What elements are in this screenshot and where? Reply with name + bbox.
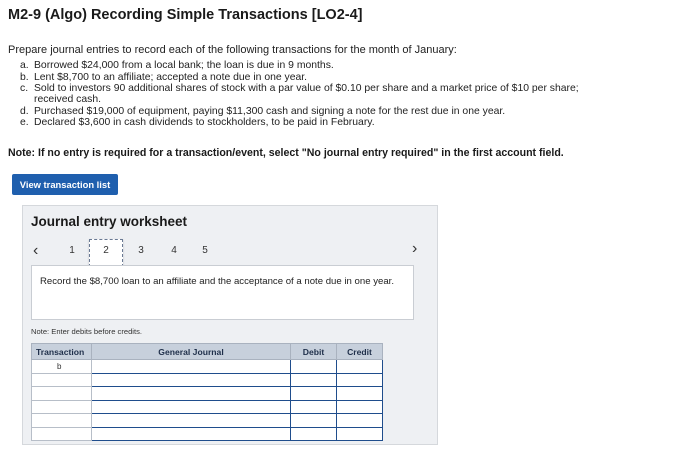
transaction-header: Transaction <box>31 343 92 360</box>
account-field[interactable] <box>91 359 291 374</box>
page-5[interactable]: 5 <box>198 245 212 256</box>
debit-credit-note: Note: Enter debits before credits. <box>31 327 143 336</box>
debit-field[interactable] <box>290 426 337 441</box>
record-instruction: Record the $8,700 loan to an affiliate a… <box>40 276 394 287</box>
table-row <box>31 372 383 387</box>
worksheet-pager: ‹ 1 2 3 4 5 <box>23 239 439 267</box>
journal-entry-worksheet: Journal entry worksheet ‹ 1 2 3 4 5 Reco… <box>22 205 438 445</box>
transaction-list: a. Borrowed $24,000 from a local bank; th… <box>20 60 610 129</box>
credit-field[interactable] <box>336 399 383 414</box>
chevron-left-icon[interactable]: ‹ <box>33 243 38 259</box>
account-field[interactable] <box>91 399 291 414</box>
page-3[interactable]: 3 <box>134 245 148 256</box>
item-text: Borrowed $24,000 from a local bank; the … <box>34 60 334 71</box>
account-field[interactable] <box>91 413 291 428</box>
transaction-cell: b <box>31 359 92 374</box>
page-2[interactable]: 2 <box>89 239 123 267</box>
debit-field[interactable] <box>290 386 337 401</box>
credit-field[interactable] <box>336 386 383 401</box>
credit-field[interactable] <box>336 426 383 441</box>
item-letter: d. <box>20 105 29 117</box>
list-item: b. Lent $8,700 to an affiliate; accepted … <box>20 72 610 83</box>
item-letter: b. <box>20 71 29 83</box>
table-row <box>31 399 383 414</box>
item-text: Sold to investors 90 additional shares o… <box>34 83 579 106</box>
instructions: Prepare journal entries to record each o… <box>8 44 457 56</box>
list-item: a. Borrowed $24,000 from a local bank; th… <box>20 60 610 71</box>
worksheet-title: Journal entry worksheet <box>31 214 188 229</box>
credit-field[interactable] <box>336 372 383 387</box>
item-letter: a. <box>20 60 29 71</box>
debit-field[interactable] <box>290 359 337 374</box>
item-text: Lent $8,700 to an affiliate; accepted a … <box>34 71 308 83</box>
table-row <box>31 413 383 428</box>
table-row <box>31 386 383 401</box>
account-field[interactable] <box>91 372 291 387</box>
transaction-cell <box>31 426 92 441</box>
item-text: Purchased $19,000 of equipment, paying $… <box>34 105 506 117</box>
item-letter: e. <box>20 117 29 129</box>
debit-field[interactable] <box>290 372 337 387</box>
credit-field[interactable] <box>336 359 383 374</box>
account-field[interactable] <box>91 386 291 401</box>
page-1[interactable]: 1 <box>65 245 79 256</box>
debit-header: Debit <box>290 343 337 360</box>
journal-table: Transaction General Journal Debit Credit… <box>31 343 383 441</box>
credit-header: Credit <box>336 343 383 360</box>
debit-field[interactable] <box>290 399 337 414</box>
general-journal-header: General Journal <box>91 343 291 360</box>
chevron-right-icon[interactable]: › <box>412 240 417 258</box>
page-4[interactable]: 4 <box>167 245 181 256</box>
list-item: e. Declared $3,600 in cash dividends to s… <box>20 117 610 128</box>
view-transaction-list-button[interactable]: View transaction list <box>12 174 118 195</box>
item-text: Declared $3,600 in cash dividends to sto… <box>34 117 375 129</box>
page-title: M2-9 (Algo) Recording Simple Transaction… <box>8 7 363 23</box>
transaction-cell <box>31 386 92 401</box>
item-letter: c. <box>20 83 29 94</box>
table-row <box>31 426 383 441</box>
debit-field[interactable] <box>290 413 337 428</box>
list-item: c. Sold to investors 90 additional shares… <box>20 83 610 105</box>
transaction-cell <box>31 372 92 387</box>
list-item: d. Purchased $19,000 of equipment, paying… <box>20 106 610 117</box>
transaction-cell <box>31 399 92 414</box>
journal-note: Note: If no entry is required for a tran… <box>8 147 564 159</box>
instruction-box: Record the $8,700 loan to an affiliate a… <box>31 265 414 320</box>
account-field[interactable] <box>91 426 291 441</box>
transaction-cell <box>31 413 92 428</box>
credit-field[interactable] <box>336 413 383 428</box>
table-row: b <box>31 359 383 374</box>
